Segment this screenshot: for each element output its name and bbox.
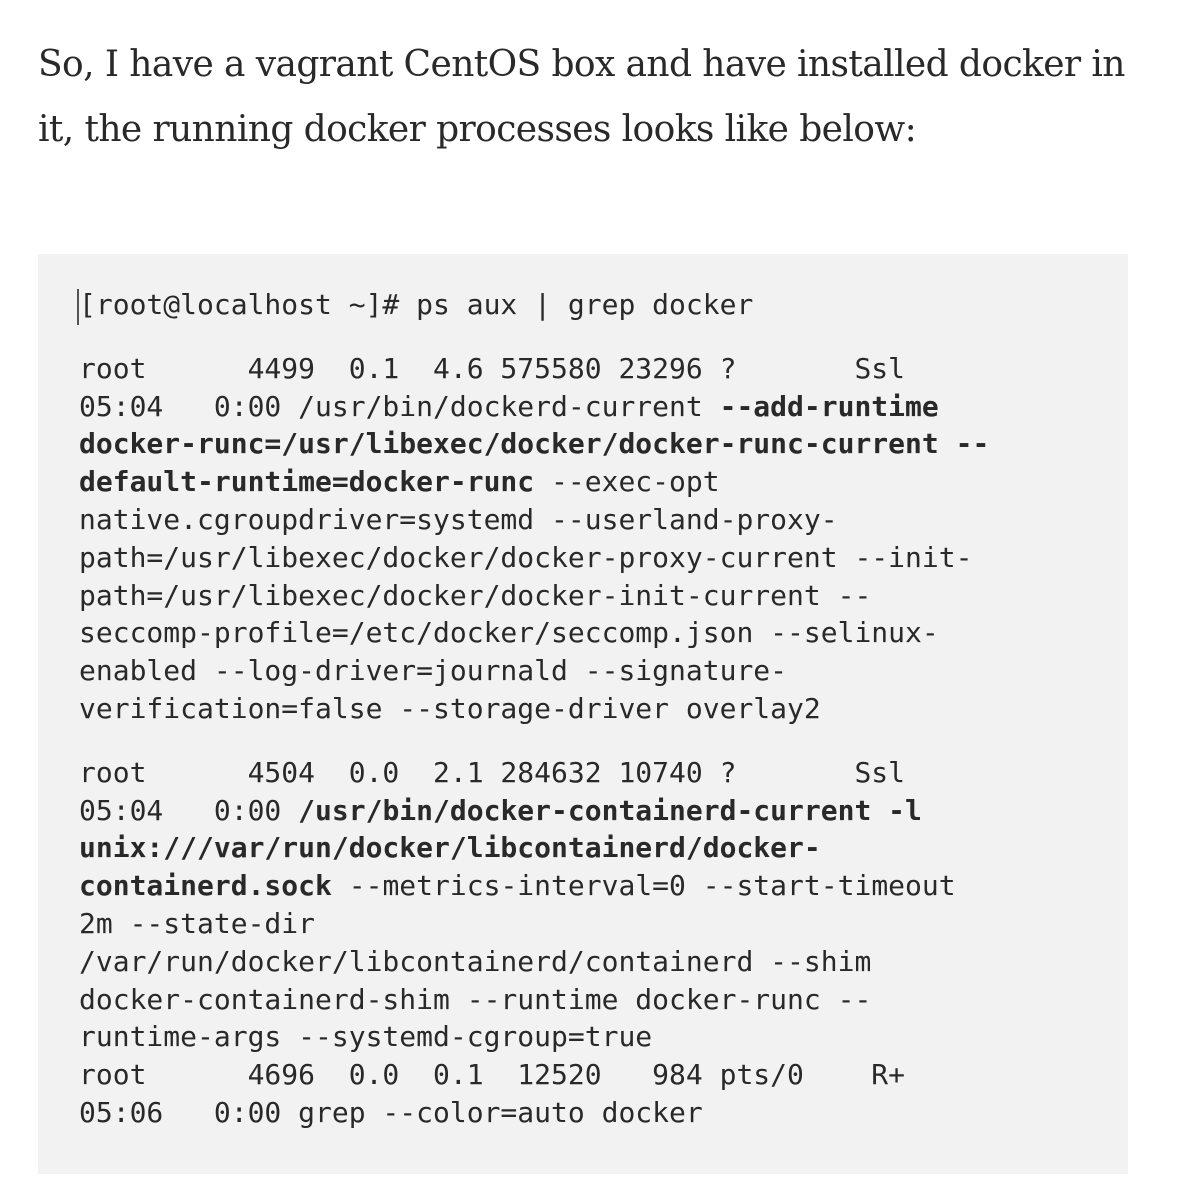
- code-segment: [root@localhost ~]# ps aux | grep docker: [79, 288, 754, 321]
- code-segment-bold: unix:///var/run/docker/libcontainerd/doc…: [79, 831, 821, 865]
- output-line: unix:///var/run/docker/libcontainerd/doc…: [79, 829, 1128, 867]
- code-block[interactable]: [root@localhost ~]# ps aux | grep docker…: [38, 254, 1128, 1174]
- code-segment: enabled --log-driver=journald --signatur…: [79, 654, 788, 688]
- code-segment: --metrics-interval=0 --start-timeout: [331, 869, 956, 903]
- output-line: seccomp-profile=/etc/docker/seccomp.json…: [79, 614, 1128, 652]
- code-segment-bold: /usr/bin/docker-containerd-current -l: [298, 793, 922, 827]
- text-cursor: [77, 289, 79, 325]
- code-segment: 05:04 0:00 /usr/bin/dockerd-current: [79, 389, 720, 423]
- intro-line-2: it, the running docker processes looks l…: [38, 109, 917, 150]
- code-segment: root 4696 0.0 0.1 12520 984 pts/0 R+: [79, 1058, 906, 1092]
- output-line: 05:04 0:00 /usr/bin/docker-containerd-cu…: [79, 792, 1128, 830]
- code-segment: path=/usr/libexec/docker/docker-init-cur…: [79, 578, 872, 612]
- code-segment: runtime-args --systemd-cgroup=true: [79, 1020, 653, 1054]
- code-segment: 2m --state-dir: [79, 906, 316, 940]
- output-line: root 4499 0.1 4.6 575580 23296 ? Ssl: [79, 350, 1128, 388]
- output-line: 05:04 0:00 /usr/bin/dockerd-current --ad…: [79, 388, 1128, 426]
- intro-line-1: So, I have a vagrant CentOS box and have…: [38, 44, 1125, 85]
- output-line: enabled --log-driver=journald --signatur…: [79, 652, 1128, 690]
- output-line: path=/usr/libexec/docker/docker-init-cur…: [79, 577, 1128, 615]
- code-segment: /var/run/docker/libcontainerd/containerd…: [79, 944, 872, 978]
- code-segment: verification=false --storage-driver over…: [79, 691, 821, 725]
- output-line: default-runtime=docker-runc --exec-opt: [79, 463, 1128, 501]
- code-segment: root 4504 0.0 2.1 284632 10740 ? Ssl: [79, 755, 906, 789]
- intro-paragraph: So, I have a vagrant CentOS box and have…: [38, 32, 1148, 162]
- output-line: docker-containerd-shim --runtime docker-…: [79, 981, 1128, 1019]
- output-line: containerd.sock --metrics-interval=0 --s…: [79, 867, 1128, 905]
- code-segment: root 4499 0.1 4.6 575580 23296 ? Ssl: [79, 351, 906, 385]
- output-line: root 4504 0.0 2.1 284632 10740 ? Ssl: [79, 754, 1128, 792]
- code-lines: [root@localhost ~]# ps aux | grep docker…: [77, 286, 1128, 1132]
- output-line: 05:06 0:00 grep --color=auto docker: [79, 1094, 1128, 1132]
- code-segment: native.cgroupdriver=systemd --userland-p…: [79, 502, 838, 536]
- output-line: 2m --state-dir: [79, 905, 1128, 943]
- code-segment: path=/usr/libexec/docker/docker-proxy-cu…: [79, 540, 973, 574]
- code-segment-bold: docker-runc=/usr/libexec/docker/docker-r…: [79, 427, 990, 461]
- code-segment-bold: containerd.sock: [79, 869, 332, 903]
- code-segment: docker-containerd-shim --runtime docker-…: [79, 982, 872, 1016]
- code-segment: --exec-opt: [534, 465, 720, 499]
- command-line: [root@localhost ~]# ps aux | grep docker: [77, 286, 1128, 325]
- output-line: runtime-args --systemd-cgroup=true: [79, 1018, 1128, 1056]
- code-segment: 05:04 0:00: [79, 793, 299, 827]
- code-segment-bold: --add-runtime: [719, 389, 939, 423]
- code-segment-bold: default-runtime=docker-runc: [79, 465, 535, 499]
- output-line: root 4696 0.0 0.1 12520 984 pts/0 R+: [79, 1056, 1128, 1094]
- output-line: native.cgroupdriver=systemd --userland-p…: [79, 501, 1128, 539]
- code-segment: seccomp-profile=/etc/docker/seccomp.json…: [79, 616, 939, 650]
- output-line: path=/usr/libexec/docker/docker-proxy-cu…: [79, 539, 1128, 577]
- code-segment: 05:06 0:00 grep --color=auto docker: [79, 1095, 703, 1129]
- output-line: docker-runc=/usr/libexec/docker/docker-r…: [79, 425, 1128, 463]
- output-line: verification=false --storage-driver over…: [79, 690, 1128, 728]
- output-line: /var/run/docker/libcontainerd/containerd…: [79, 943, 1128, 981]
